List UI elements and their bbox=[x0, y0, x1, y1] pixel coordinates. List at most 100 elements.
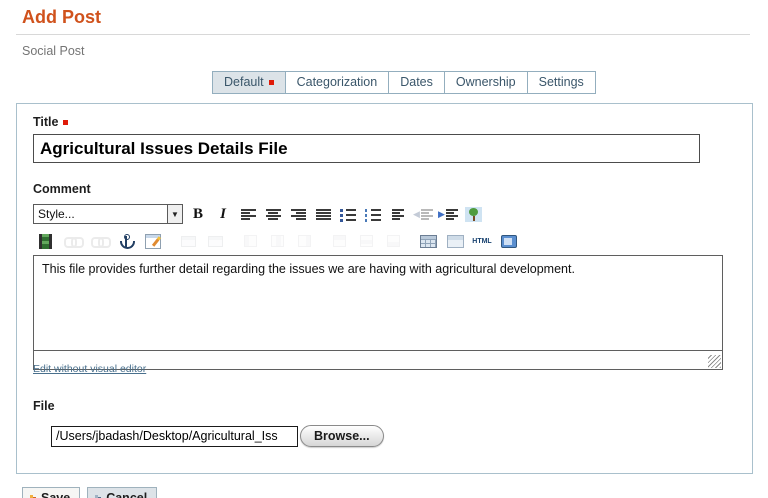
unlink-icon bbox=[91, 237, 107, 246]
ordered-list-button[interactable] bbox=[363, 204, 383, 224]
fullscreen-monitor-icon bbox=[501, 235, 517, 248]
resize-grip[interactable] bbox=[708, 355, 721, 368]
style-select-value: Style... bbox=[34, 207, 167, 221]
insert-image-tree-icon bbox=[465, 207, 482, 222]
rich-text-editor: This file provides further detail regard… bbox=[33, 255, 723, 370]
add-table-button[interactable] bbox=[418, 231, 438, 251]
row-before-icon bbox=[333, 235, 346, 247]
align-center-button[interactable] bbox=[263, 204, 283, 224]
align-right-button[interactable] bbox=[288, 204, 308, 224]
indent-button[interactable]: ▶ bbox=[438, 204, 458, 224]
table-icon bbox=[208, 236, 223, 247]
anchor-button[interactable] bbox=[116, 231, 136, 251]
align-left-icon bbox=[241, 208, 256, 221]
html-source-icon: HTML bbox=[472, 238, 491, 245]
fullscreen-button[interactable] bbox=[499, 231, 519, 251]
file-label-text: File bbox=[33, 399, 55, 413]
align-center-icon bbox=[266, 208, 281, 221]
column-before-button bbox=[240, 231, 260, 251]
page-title: Add Post bbox=[16, 5, 750, 35]
save-button[interactable]: Save bbox=[22, 487, 80, 498]
editor-toolbar-row2: HTML bbox=[35, 231, 736, 251]
row-after-icon bbox=[360, 235, 373, 247]
comment-label-text: Comment bbox=[33, 182, 91, 196]
insert-link-button bbox=[62, 231, 82, 251]
tab-settings[interactable]: Settings bbox=[528, 71, 596, 94]
definition-list-button[interactable] bbox=[388, 204, 408, 224]
film-icon bbox=[39, 234, 52, 249]
add-post-page: Add Post Social Post Default Categorizat… bbox=[0, 0, 768, 498]
bold-button[interactable]: B bbox=[188, 204, 208, 224]
row-delete-button bbox=[383, 231, 403, 251]
outdent-button: ◀ bbox=[413, 204, 433, 224]
indent-icon: ▶ bbox=[438, 208, 458, 221]
save-dots-icon bbox=[29, 494, 37, 498]
cancel-dots-icon bbox=[94, 494, 102, 498]
title-input[interactable] bbox=[33, 134, 700, 163]
style-select[interactable]: Style... ▼ bbox=[33, 204, 183, 224]
tab-categorization[interactable]: Categorization bbox=[286, 71, 390, 94]
row-before-button bbox=[329, 231, 349, 251]
form-panel: Title Comment Style... ▼ B I ◀ ▶ bbox=[16, 103, 753, 474]
required-indicator bbox=[269, 80, 274, 85]
edit-note-icon bbox=[145, 234, 161, 249]
file-label: File bbox=[33, 399, 736, 413]
tab-ownership-label: Ownership bbox=[456, 75, 516, 89]
editor-text: This file provides further detail regard… bbox=[42, 262, 575, 276]
column-delete-icon bbox=[298, 235, 311, 247]
tab-dates[interactable]: Dates bbox=[389, 71, 445, 94]
title-label-text: Title bbox=[33, 115, 58, 129]
insert-video-button[interactable] bbox=[35, 231, 55, 251]
unordered-list-button[interactable] bbox=[338, 204, 358, 224]
align-left-button[interactable] bbox=[238, 204, 258, 224]
column-before-icon bbox=[244, 235, 257, 247]
row-after-button bbox=[356, 231, 376, 251]
bold-icon: B bbox=[193, 206, 203, 223]
edit-without-visual-editor-link[interactable]: Edit without visual editor bbox=[33, 363, 146, 375]
required-indicator bbox=[63, 120, 68, 125]
table-grid-icon bbox=[420, 235, 437, 248]
editor-toolbar-row1: Style... ▼ B I ◀ ▶ bbox=[33, 203, 736, 225]
form-actions: Save Cancel bbox=[22, 487, 752, 498]
tab-ownership[interactable]: Ownership bbox=[445, 71, 528, 94]
remove-link-button bbox=[89, 231, 109, 251]
comment-label: Comment bbox=[33, 182, 736, 196]
tab-categorization-label: Categorization bbox=[297, 75, 378, 89]
anchor-icon bbox=[120, 234, 133, 249]
justify-icon bbox=[316, 208, 331, 221]
tab-default[interactable]: Default bbox=[212, 71, 286, 94]
edit-note-button[interactable] bbox=[143, 231, 163, 251]
justify-button[interactable] bbox=[313, 204, 333, 224]
page-subtitle: Social Post bbox=[16, 35, 752, 58]
table-icon bbox=[181, 236, 196, 247]
save-button-label: Save bbox=[41, 491, 70, 498]
file-field-row: Browse... bbox=[51, 425, 736, 447]
unordered-list-icon bbox=[340, 208, 356, 221]
link-icon bbox=[64, 237, 80, 246]
tab-default-label: Default bbox=[224, 75, 264, 89]
definition-list-icon bbox=[392, 208, 404, 221]
cancel-button[interactable]: Cancel bbox=[87, 487, 157, 498]
insert-image-button[interactable] bbox=[463, 204, 483, 224]
cancel-button-label: Cancel bbox=[106, 491, 147, 498]
html-source-button[interactable]: HTML bbox=[472, 231, 492, 251]
align-right-icon bbox=[291, 208, 306, 221]
italic-button[interactable]: I bbox=[213, 204, 233, 224]
column-after-button bbox=[267, 231, 287, 251]
table-plain-icon bbox=[447, 235, 464, 248]
file-path-input[interactable] bbox=[51, 426, 298, 447]
column-after-icon bbox=[271, 235, 284, 247]
browse-button[interactable]: Browse... bbox=[300, 425, 384, 447]
title-label: Title bbox=[33, 115, 736, 129]
chevron-down-icon: ▼ bbox=[167, 205, 182, 223]
table-button-2 bbox=[205, 231, 225, 251]
italic-icon: I bbox=[220, 206, 226, 223]
table-properties-button[interactable] bbox=[445, 231, 465, 251]
editor-text-area[interactable]: This file provides further detail regard… bbox=[33, 255, 723, 351]
table-button-1 bbox=[178, 231, 198, 251]
outdent-icon: ◀ bbox=[413, 208, 433, 221]
row-delete-icon bbox=[387, 235, 400, 247]
tab-dates-label: Dates bbox=[400, 75, 433, 89]
tab-bar: Default Categorization Dates Ownership S… bbox=[212, 71, 752, 94]
column-delete-button bbox=[294, 231, 314, 251]
